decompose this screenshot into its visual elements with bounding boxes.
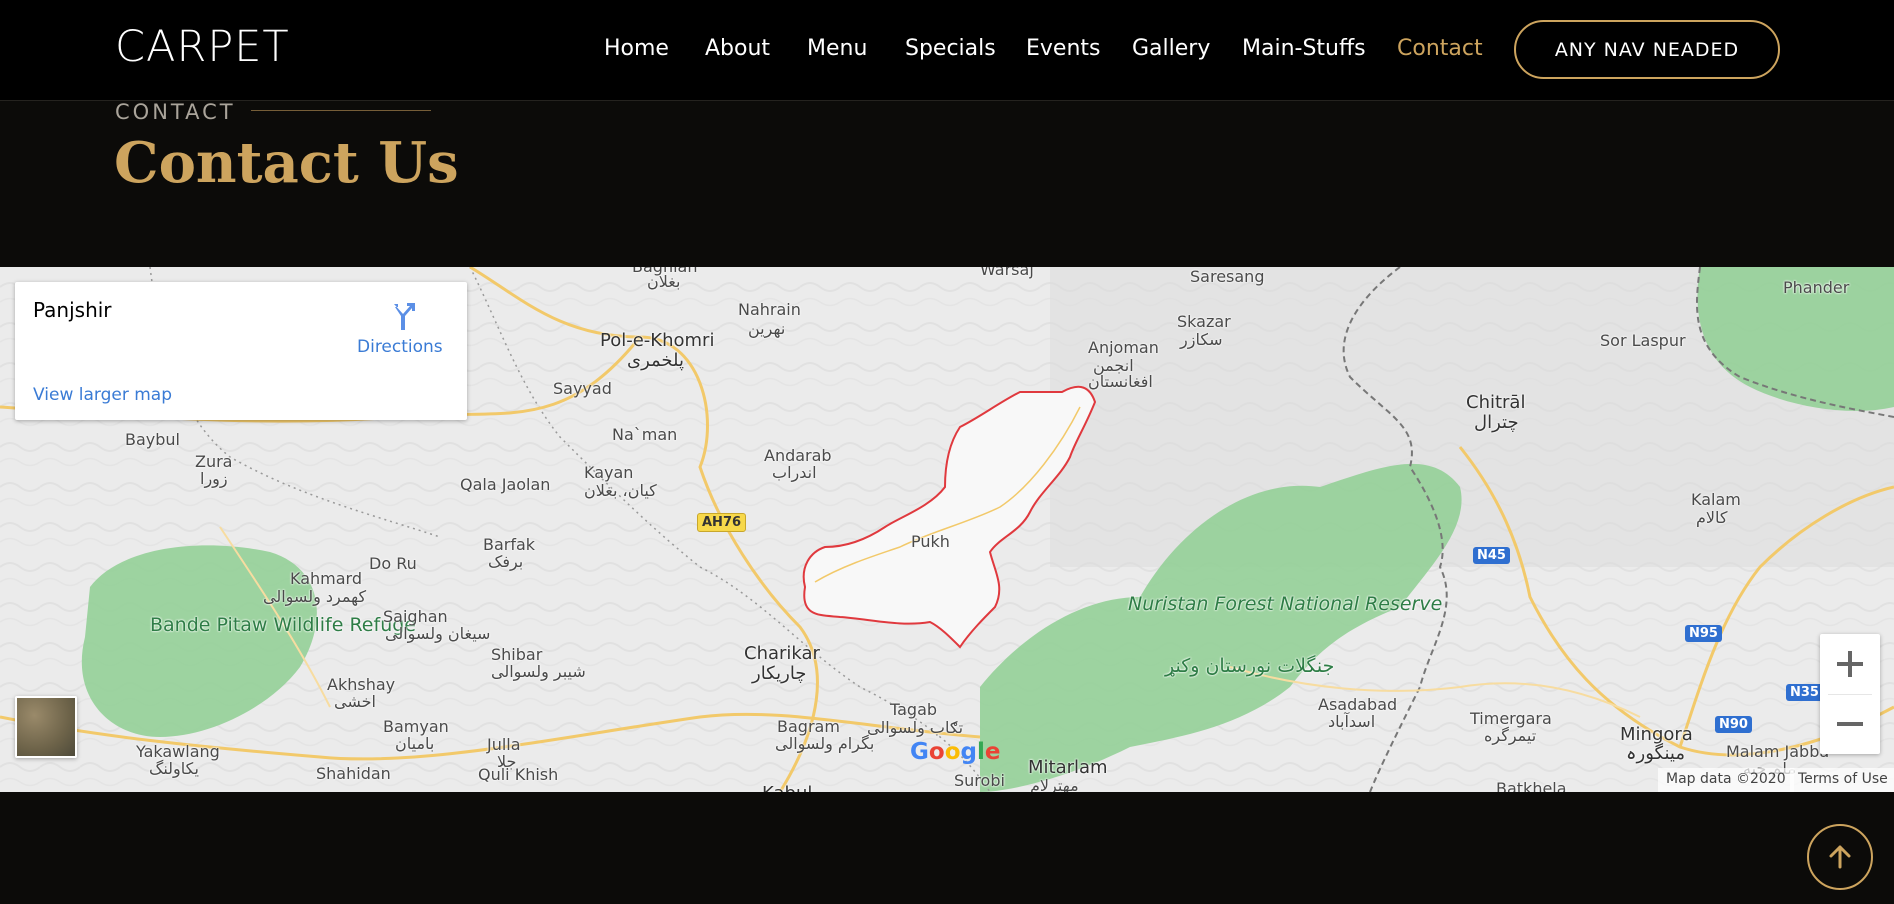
map-label-baybul: Baybul	[125, 430, 180, 449]
google-logo: Google	[910, 739, 1001, 765]
map-label-nahrain: Nahrain	[738, 300, 801, 319]
map-label-timergara-fa: تیمرگره	[1484, 726, 1537, 745]
site-header: CARPET Home About Menu Specials Events G…	[0, 0, 1894, 101]
map-label-yakawlang-fa: یکاولنگ	[149, 759, 199, 778]
terms-link[interactable]: Terms of Use	[1790, 768, 1894, 792]
map-label-saresang: Saresang	[1190, 267, 1265, 286]
map-label-anjoman: Anjoman	[1088, 338, 1159, 357]
map-label-saighan-fa: سیغان ولسوالی	[385, 624, 491, 643]
map-label-warsaj: Warsaj	[980, 267, 1034, 279]
map-label-pukh: Pukh	[911, 532, 950, 551]
map-label-sayyad: Sayyad	[553, 379, 612, 398]
map-label-charikar-fa: چاریکار	[752, 663, 807, 684]
map-label-chitral: Chitrāl	[1466, 392, 1526, 413]
directions-icon[interactable]	[385, 300, 419, 334]
nav-gallery[interactable]: Gallery	[1132, 36, 1210, 61]
map-info-card: Panjshir Directions View larger map	[15, 282, 467, 420]
map-label-shibar-fa: شیبر ولسوالی	[491, 662, 586, 681]
map-label-nuristan: Nuristan Forest National Reserve	[1128, 594, 1442, 615]
map-label-qalajaolan: Qala Jaolan	[460, 475, 551, 494]
view-larger-map-link[interactable]: View larger map	[33, 385, 172, 405]
map-label-kayan-fa: کیان، بغلان	[584, 481, 657, 500]
map-label-qulikhish: Quli Khish	[478, 765, 559, 784]
map-label-akhshay-fa: اخشی	[334, 692, 376, 711]
map-label-mitarlam-fa: مهترلام	[1030, 776, 1079, 792]
map-label-polekhomri-fa: پلخمری	[627, 350, 685, 371]
nav-events[interactable]: Events	[1026, 36, 1101, 61]
map-label-skazar-fa: سکازر	[1180, 330, 1223, 349]
zoom-in-button[interactable]	[1820, 634, 1880, 694]
map-label-mingora-fa: مینگورہ	[1626, 743, 1685, 764]
map-label-surobi: Surobi	[954, 771, 1005, 790]
road-shield-n45: N45	[1473, 547, 1510, 564]
map-label-skazar: Skazar	[1177, 312, 1231, 331]
map-label-polekhomri: Pol-e-Khomri	[600, 330, 715, 351]
nav-contact[interactable]: Contact	[1397, 36, 1483, 61]
map-label-kabul: Kabul	[762, 783, 812, 792]
map-label-charikar: Charikar	[744, 643, 820, 664]
minus-icon	[1837, 722, 1863, 726]
map-label-mingora: Mingora	[1620, 724, 1693, 745]
directions-link[interactable]: Directions	[357, 337, 443, 357]
map-label-bamyan-fa: بامیان	[395, 734, 435, 753]
road-shield-ah76: AH76	[697, 513, 747, 532]
section-kicker: CONTACT	[115, 100, 236, 124]
road-shield-n90: N90	[1715, 716, 1752, 733]
map-attribution[interactable]: Map data ©2020	[1658, 768, 1794, 792]
map-label-phander: Phander	[1783, 278, 1850, 297]
map-label-kahmard: Kahmard	[290, 569, 362, 588]
arrow-up-icon	[1829, 845, 1851, 869]
map-label-kayan: Kayan	[584, 463, 634, 482]
map-label-zura-fa: زورا	[200, 469, 228, 488]
satellite-toggle[interactable]	[15, 696, 77, 758]
map-label-tagab-fa: تګاب ولسوالی	[867, 718, 964, 737]
kicker-divider	[251, 110, 431, 111]
map-label-shahidan: Shahidan	[316, 764, 391, 783]
map-label-chitral-fa: چترال	[1474, 412, 1519, 433]
embedded-map[interactable]: Baghlan بغلان Pol-e-Khomri پلخمری Nahrai…	[0, 267, 1894, 792]
map-label-asadabad-fa: اسدآباد	[1328, 712, 1376, 731]
nav-main-stuffs[interactable]: Main-Stuffs	[1242, 36, 1366, 61]
map-label-bagram-fa: بگرام ولسوالی	[775, 734, 875, 753]
road-shield-n95: N95	[1685, 625, 1722, 642]
cta-button[interactable]: ANY NAV NEADED	[1514, 20, 1780, 79]
map-label-baghlan-fa: بغلان	[647, 272, 681, 291]
map-label-anjoman-fa2: افغانستان	[1088, 372, 1153, 391]
nav-home[interactable]: Home	[604, 36, 669, 61]
map-label-kahmard-fa: کهمرد ولسوالی	[263, 587, 367, 606]
map-label-batkhela: Batkhela	[1496, 779, 1567, 792]
scroll-to-top-button[interactable]	[1807, 824, 1873, 890]
map-label-nuristan-fa: جنگلات نورستان وکنړ	[1165, 656, 1334, 677]
plus-icon	[1837, 651, 1863, 677]
map-label-tagab: Tagab	[890, 700, 938, 719]
nav-menu[interactable]: Menu	[807, 36, 867, 61]
map-label-kalam-fa: کالام	[1696, 508, 1728, 527]
place-name: Panjshir	[33, 298, 112, 322]
map-label-sorlaspur: Sor Laspur	[1600, 331, 1686, 350]
zoom-out-button[interactable]	[1820, 694, 1880, 754]
map-label-nahrain-fa: نهرین	[748, 319, 786, 338]
map-label-barfak-fa: برفک	[488, 552, 524, 571]
map-label-naman: Na`man	[612, 425, 678, 444]
map-label-bandepitaw: Bande Pitaw Wildlife Refuge	[150, 614, 416, 636]
road-shield-n35: N35	[1786, 684, 1823, 701]
nav-specials[interactable]: Specials	[905, 36, 996, 61]
nav-about[interactable]: About	[705, 36, 770, 61]
map-label-andarab-fa: اندراب	[772, 463, 817, 482]
logo[interactable]: CARPET	[115, 22, 290, 72]
zoom-control	[1820, 634, 1880, 754]
map-label-mitarlam: Mitarlam	[1028, 757, 1108, 778]
map-label-doru: Do Ru	[369, 554, 417, 573]
page-title: Contact Us	[114, 130, 459, 196]
map-label-kalam: Kalam	[1691, 490, 1741, 509]
